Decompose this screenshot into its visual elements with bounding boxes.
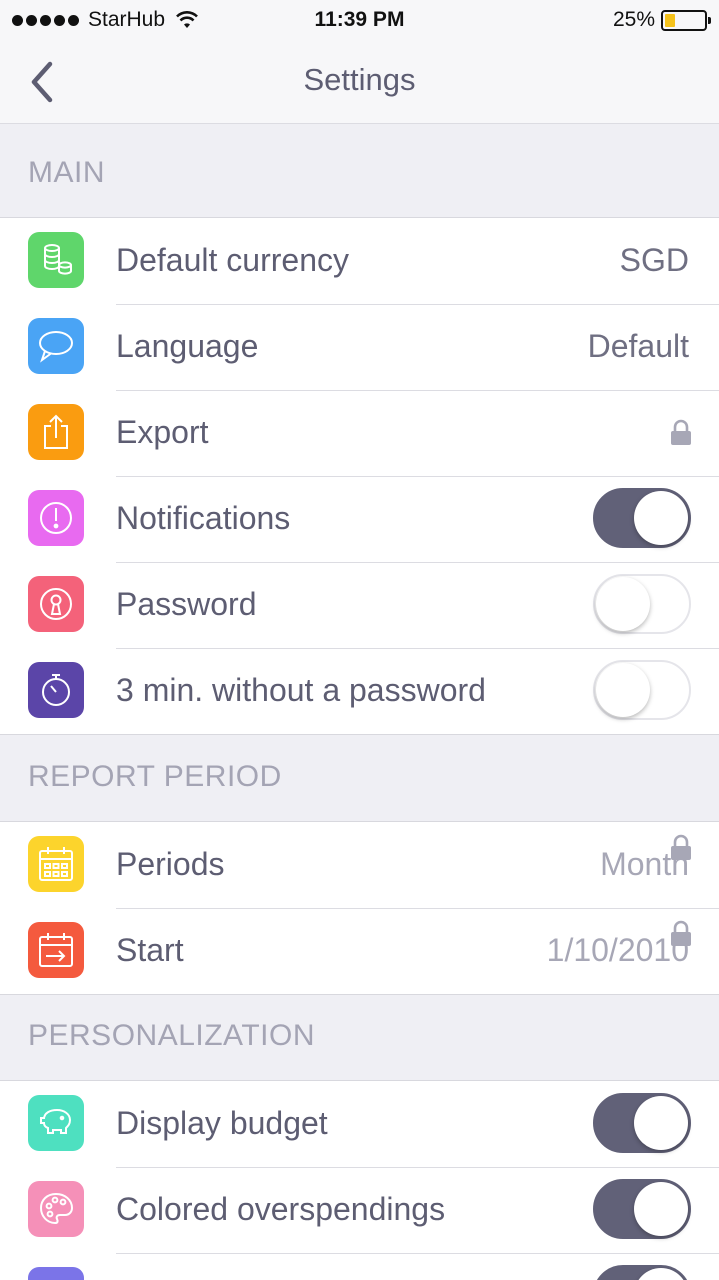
notifications-toggle[interactable] [593, 488, 691, 548]
status-bar: StarHub 11:39 PM 25% [0, 0, 719, 40]
row-password[interactable]: Password [0, 562, 719, 648]
lock-icon [671, 419, 691, 445]
battery-percent: 25% [612, 8, 655, 31]
calendar-icon [28, 836, 84, 892]
row-default-currency[interactable]: Default currency SGD [0, 218, 719, 304]
palette-icon [28, 1181, 84, 1237]
row-colored-overspendings[interactable]: Colored overspendings [0, 1167, 719, 1253]
section-header-main: MAIN [28, 156, 105, 189]
personalization-group: Display budget Colored overspendings [0, 1080, 719, 1280]
row-label: Periods [116, 846, 225, 882]
row-label: Display budget [116, 1105, 328, 1141]
partial-toggle[interactable] [593, 1265, 691, 1280]
row-label: 3 min. without a password [116, 672, 486, 708]
coins-icon [28, 232, 84, 288]
language-value: Default [587, 328, 689, 364]
section-header-personalization: PERSONALIZATION [28, 1019, 315, 1052]
row-export[interactable]: Export [0, 390, 719, 476]
row-label: Language [116, 328, 259, 364]
row-label: Export [116, 414, 209, 450]
keyhole-icon [28, 576, 84, 632]
speech-bubble-icon [28, 318, 84, 374]
navigation-bar: Settings [0, 40, 719, 124]
stopwatch-icon [28, 662, 84, 718]
row-periods[interactable]: Periods Month [0, 822, 719, 908]
lock-icon [671, 920, 691, 946]
row-partial[interactable] [0, 1253, 719, 1280]
row-password-timeout[interactable]: 3 min. without a password [0, 648, 719, 734]
password-toggle[interactable] [593, 574, 691, 634]
currency-value: SGD [619, 242, 689, 278]
calendar-arrow-icon [28, 922, 84, 978]
alert-icon [28, 490, 84, 546]
row-start[interactable]: Start 1/10/2010 [0, 908, 719, 994]
row-label: Colored overspendings [116, 1191, 446, 1227]
piggy-bank-icon [28, 1095, 84, 1151]
row-label: Password [116, 586, 257, 622]
battery-icon [661, 9, 711, 31]
lock-icon [671, 834, 691, 860]
partial-icon [28, 1267, 84, 1280]
status-time: 11:39 PM [314, 8, 405, 31]
display-budget-toggle[interactable] [593, 1093, 691, 1153]
password-timeout-toggle[interactable] [593, 660, 691, 720]
row-display-budget[interactable]: Display budget [0, 1081, 719, 1167]
row-label: Start [116, 932, 184, 968]
report-period-group: Periods Month Start 1/10/2010 [0, 821, 719, 995]
share-icon [28, 404, 84, 460]
row-language[interactable]: Language Default [0, 304, 719, 390]
section-header-report-period: REPORT PERIOD [28, 760, 282, 793]
page-title: Settings [303, 62, 416, 97]
row-label: Default currency [116, 242, 349, 278]
start-value: 1/10/2010 [546, 932, 689, 968]
row-label: Notifications [116, 500, 291, 536]
row-notifications[interactable]: Notifications [0, 476, 719, 562]
colored-overspendings-toggle[interactable] [593, 1179, 691, 1239]
main-settings-group: Default currency SGD Language Default Ex… [0, 217, 719, 735]
